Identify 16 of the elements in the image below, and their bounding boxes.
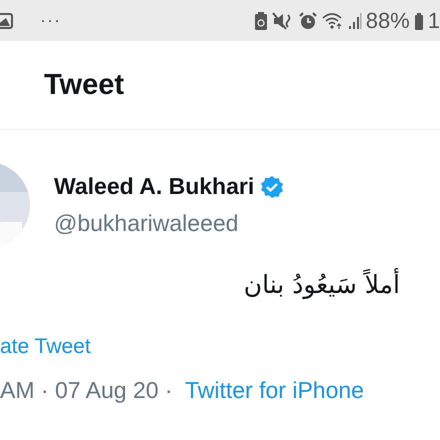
clock: 1 bbox=[428, 8, 440, 34]
alarm-icon bbox=[298, 10, 318, 30]
battery-icon bbox=[414, 10, 424, 30]
source-link[interactable]: Twitter for iPhone bbox=[184, 377, 364, 404]
user-handle[interactable]: @bukhariwaleeed bbox=[54, 210, 284, 237]
more-text: ··· bbox=[40, 10, 61, 31]
tweet-timestamp: AM · 07 Aug 20 · bbox=[0, 377, 174, 404]
battery-saver-icon bbox=[254, 10, 268, 30]
image-icon bbox=[0, 10, 14, 30]
battery-percent: 88% bbox=[366, 8, 410, 34]
user-name[interactable]: Waleed A. Bukhari bbox=[54, 173, 254, 200]
page-title: Tweet bbox=[44, 68, 124, 102]
wifi-icon bbox=[322, 10, 344, 30]
signal-icon bbox=[348, 10, 362, 30]
tweet-text: أملاً سَيعُودُ بنان bbox=[244, 270, 400, 299]
translate-link[interactable]: ate Tweet bbox=[0, 335, 91, 358]
